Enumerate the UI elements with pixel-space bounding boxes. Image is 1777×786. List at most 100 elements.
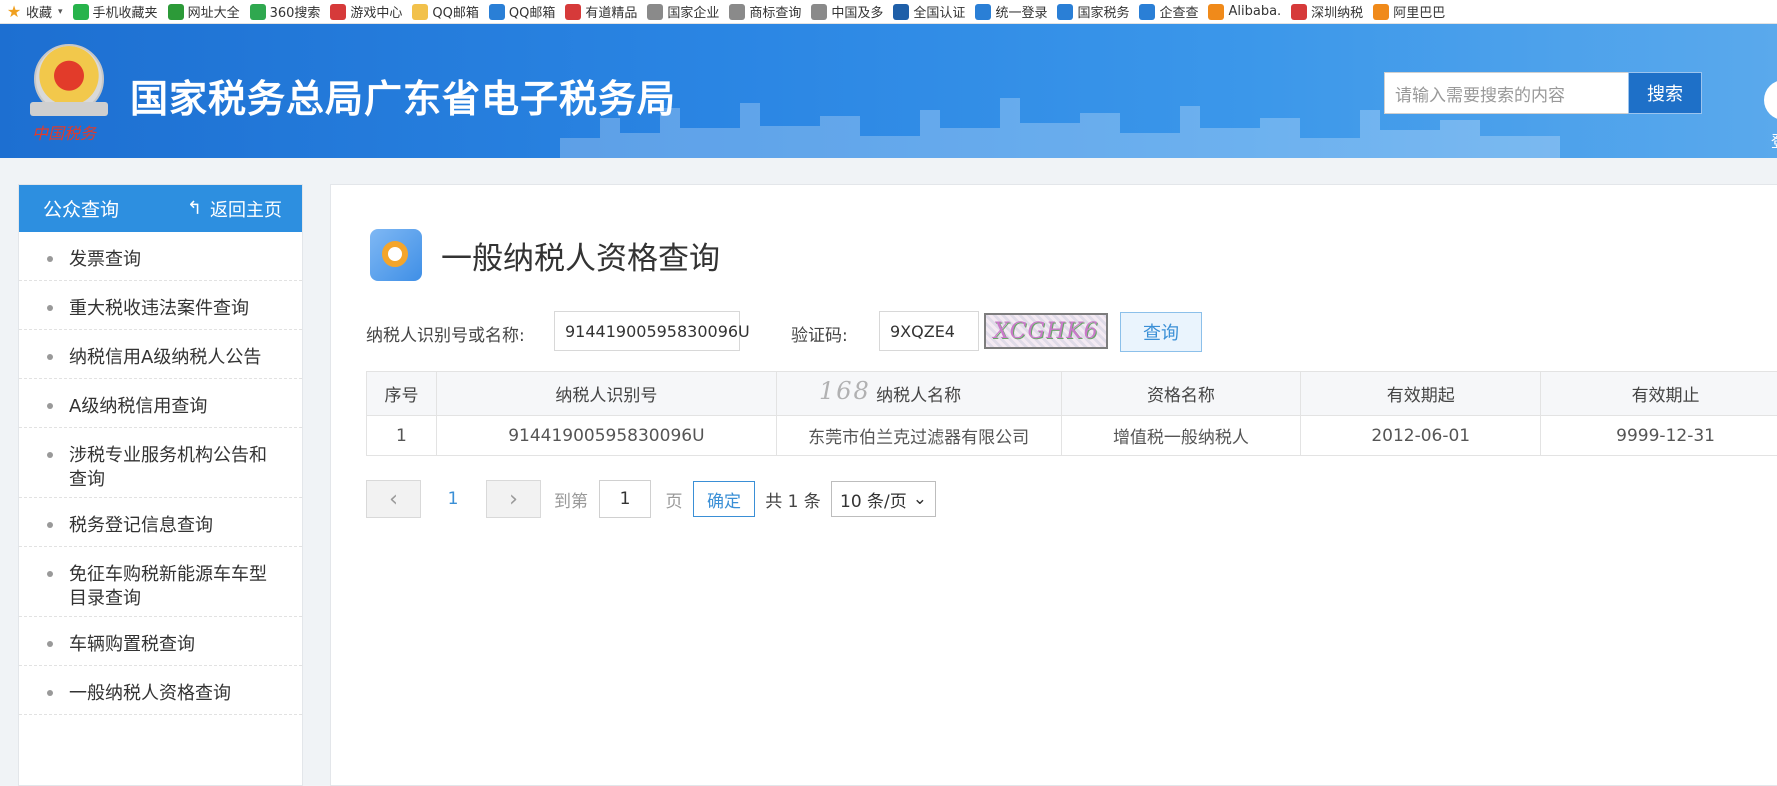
bookmark-item[interactable]: 统一登录 xyxy=(975,0,1047,23)
bookmark-item[interactable]: 中国及多 xyxy=(811,0,883,23)
bookmark-item[interactable]: 企查查 xyxy=(1139,0,1198,23)
goto-confirm-button[interactable]: 确定 xyxy=(693,481,755,517)
game-icon xyxy=(330,3,347,20)
site-search-input[interactable]: 请输入需要搜索的内容 xyxy=(1384,72,1629,114)
taxpayer-input[interactable]: 91441900595830096U xyxy=(554,311,750,351)
bullet-icon xyxy=(47,641,53,647)
shield-icon xyxy=(975,3,992,20)
chevron-down-icon: ⌄ xyxy=(912,489,927,509)
table-cell: 增值税一般纳税人 xyxy=(1060,415,1302,456)
sidebar-item[interactable]: 发票查询 xyxy=(19,232,302,281)
ali-icon xyxy=(1373,3,1390,20)
star-icon: ★ xyxy=(6,2,22,21)
captcha-image[interactable]: XCGHK6 xyxy=(984,313,1108,349)
folder-icon xyxy=(412,3,429,20)
bookmark-item[interactable]: ★ 收藏 ▾ xyxy=(6,0,63,23)
national-emblem-logo: 中国税务 xyxy=(26,44,112,143)
main-panel: 一般纳税人资格查询 纳税人识别号或名称: 91441900595830096U … xyxy=(330,184,1777,786)
bullet-icon xyxy=(47,256,53,262)
table-cell: 91441900595830096U xyxy=(435,415,777,456)
bookmark-item[interactable]: 国家税务 xyxy=(1057,0,1129,23)
bookmark-item[interactable]: Alibaba. xyxy=(1208,0,1281,23)
bullet-icon xyxy=(47,305,53,311)
watermark-text: 168 xyxy=(819,377,871,405)
bookmark-item[interactable]: 手机收藏夹 xyxy=(72,0,158,23)
sidebar-item[interactable]: 免征车购税新能源车车型目录查询 xyxy=(19,547,302,617)
bookmark-item[interactable]: 商标查询 xyxy=(729,0,801,23)
table-header-cell: 资格名称 xyxy=(1060,371,1302,416)
back-arrow-icon: ↰ xyxy=(186,198,202,219)
mail-icon xyxy=(488,3,505,20)
alibaba-icon xyxy=(1208,3,1225,20)
bullet-icon xyxy=(47,571,53,577)
bookmark-item[interactable]: 360搜索 xyxy=(249,0,320,23)
sidebar-item[interactable]: A级纳税信用查询 xyxy=(19,379,302,428)
query-button[interactable]: 查询 xyxy=(1120,312,1202,352)
bookmark-item[interactable]: 阿里巴巴 xyxy=(1373,0,1445,23)
bookmark-item[interactable]: 全国认证 xyxy=(893,0,965,23)
site-header: 中国税务 国家税务总局广东省电子税务局 请输入需要搜索的内容 搜索 登 xyxy=(0,24,1777,158)
prev-page-button[interactable]: ‹ xyxy=(366,480,421,518)
search-icon xyxy=(249,3,266,20)
bookmark-item[interactable]: 深圳纳税 xyxy=(1291,0,1363,23)
tax-icon xyxy=(1057,3,1074,20)
table-cell: 1 xyxy=(366,415,437,456)
caret-down-icon[interactable]: ▾ xyxy=(58,7,63,17)
sidebar-item[interactable]: 车辆购置税查询 xyxy=(19,617,302,666)
table-cell: 2012-06-01 xyxy=(1300,415,1542,456)
bookmark-item[interactable]: 国家企业 xyxy=(647,0,719,23)
qcc-icon xyxy=(1139,3,1156,20)
table-header-cell: 有效期止 xyxy=(1540,371,1777,416)
site-search-button[interactable]: 搜索 xyxy=(1628,72,1702,114)
sidebar: 公众查询 ↰ 返回主页 发票查询 重大税收违法案件查询 纳税信用A级纳税人公告 A级纳… xyxy=(18,184,303,786)
taxpayer-label: 纳税人识别号或名称: xyxy=(366,326,525,346)
site-title: 国家税务总局广东省电子税务局 xyxy=(130,77,677,121)
table-cell: 东莞市伯兰克过滤器有限公司 xyxy=(775,415,1062,456)
table-header-cell: 纳税人识别号 xyxy=(435,371,777,416)
emblem-icon xyxy=(1291,3,1308,20)
video-icon xyxy=(565,3,582,20)
table-header-cell: 序号 xyxy=(366,371,437,416)
sidebar-title: 公众查询 xyxy=(43,199,120,221)
bookmark-item[interactable]: 有道精品 xyxy=(565,0,637,23)
page-unit-label: 页 xyxy=(665,491,683,512)
search-page-icon xyxy=(370,225,426,283)
table-cell: 9999-12-31 xyxy=(1540,415,1777,456)
total-count: 共 1 条 xyxy=(765,491,821,512)
table-header-cell: 有效期起 xyxy=(1300,371,1542,416)
bullet-icon xyxy=(47,522,53,528)
table-row: 1 91441900595830096U 东莞市伯兰克过滤器有限公司 增值税一般纳税人… xyxy=(366,415,1777,456)
results-table: 序号 纳税人识别号 纳税人名称 资格名称 有效期起 有效期止 1 9144190059583… xyxy=(366,371,1777,456)
sidebar-item[interactable]: 纳税信用A级纳税人公告 xyxy=(19,330,302,379)
globe-icon xyxy=(729,3,746,20)
bookmark-item[interactable]: QQ邮箱 xyxy=(412,0,479,23)
page-title: 一般纳税人资格查询 xyxy=(441,241,720,277)
plus-icon xyxy=(167,3,184,20)
login-avatar[interactable] xyxy=(1764,80,1777,120)
login-label[interactable]: 登 xyxy=(1771,128,1777,152)
goto-label: 到第 xyxy=(554,491,588,512)
sidebar-item[interactable]: 重大税收违法案件查询 xyxy=(19,281,302,330)
sidebar-item[interactable]: 涉税专业服务机构公告和查询 xyxy=(19,428,302,498)
globe-icon xyxy=(647,3,664,20)
bookmark-item[interactable]: 网址大全 xyxy=(167,0,240,23)
grid-icon xyxy=(893,3,910,20)
bullet-icon xyxy=(47,690,53,696)
captcha-label: 验证码: xyxy=(791,326,848,346)
bullet-icon xyxy=(47,354,53,360)
sidebar-item[interactable]: 税务登记信息查询 xyxy=(19,498,302,547)
goto-page-input[interactable]: 1 xyxy=(599,480,651,518)
page-size-select[interactable]: 10 条/页 ⌄ xyxy=(831,481,936,517)
current-page[interactable]: 1 xyxy=(438,480,468,518)
bookmark-item[interactable]: 游戏中心 xyxy=(330,0,402,23)
next-page-button[interactable]: › xyxy=(486,480,541,518)
bullet-icon xyxy=(47,403,53,409)
captcha-input[interactable]: 9XQZE4 xyxy=(879,311,979,351)
globe-icon xyxy=(811,3,828,20)
phone-icon xyxy=(72,3,89,20)
sidebar-item[interactable]: 一般纳税人资格查询 xyxy=(19,666,302,715)
bookmarks-bar: ★ 收藏 ▾ 手机收藏夹 网址大全 360搜索 游戏中心 QQ邮箱 QQ邮箱 有道精品 国家企业 商标… xyxy=(0,0,1777,24)
sidebar-header: 公众查询 ↰ 返回主页 xyxy=(19,185,302,232)
bookmark-item[interactable]: QQ邮箱 xyxy=(488,0,555,23)
back-home-link[interactable]: ↰ 返回主页 xyxy=(187,196,282,222)
